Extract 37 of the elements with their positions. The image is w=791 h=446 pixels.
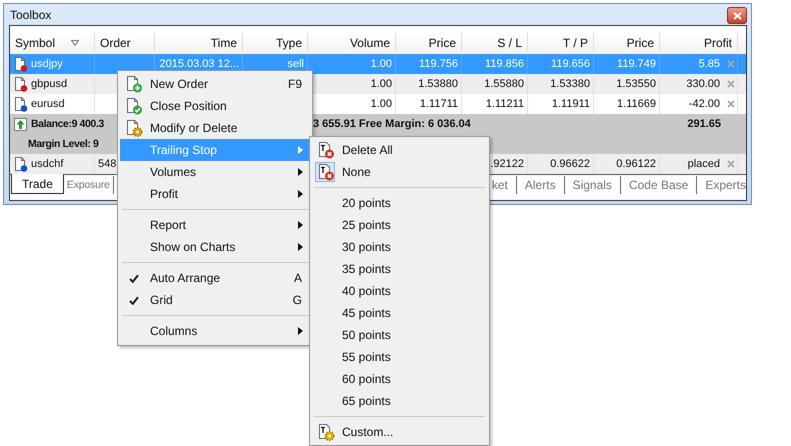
table-cell: 1.53880 [418,78,458,90]
table-cell: 0.96122 [616,158,656,170]
margin-level-text: Margin Level: 9 [28,138,98,150]
table-cell: gbpusd [31,78,68,90]
table-cell: 1.00 [370,58,392,70]
table-cell: 119.756 [419,58,458,70]
table-cell: .92122 [490,158,524,170]
table-cell: 1.00 [370,98,392,110]
table-cell: 119.749 [617,58,656,70]
table-cell: 1.53550 [616,78,656,90]
table-cell: 548 [98,158,116,170]
table-cell: 119.856 [485,58,524,70]
equity-text: 3 655.91 Free Margin: 6 036.04 [313,118,471,130]
table-cell: 0.96622 [550,158,590,170]
table-cell: 1.11711 [420,98,458,110]
table-cell: usdjpy [31,58,63,70]
table-cell: 330.00 [686,78,720,90]
shortcut-label: A [294,271,302,285]
shortcut-label: G [292,293,302,307]
table-cell: 1.53380 [550,78,590,90]
table-cell: usdchf [31,158,64,170]
total-profit: 291.65 [687,118,721,130]
table-cell: 119.656 [551,58,590,70]
window-title: Toolbox [9,8,52,22]
table-cell: 1.11669 [617,98,656,110]
table-cell: sell [287,58,304,70]
table-cell: placed [688,158,720,170]
table-cell: -42.00 [688,98,720,110]
table-cell: 1.55880 [484,78,524,90]
table-cell: 2015.03.03 12... [159,58,239,70]
table-cell: 1.11911 [552,98,590,110]
table-cell: eurusd [31,98,65,110]
table-cell: 1.00 [370,78,392,90]
table-cell: 5.85 [698,58,720,70]
balance-text: Balance:9 400.3 [31,118,104,130]
shortcut-label: F9 [288,77,302,91]
table-cell: 1.11211 [486,98,524,110]
